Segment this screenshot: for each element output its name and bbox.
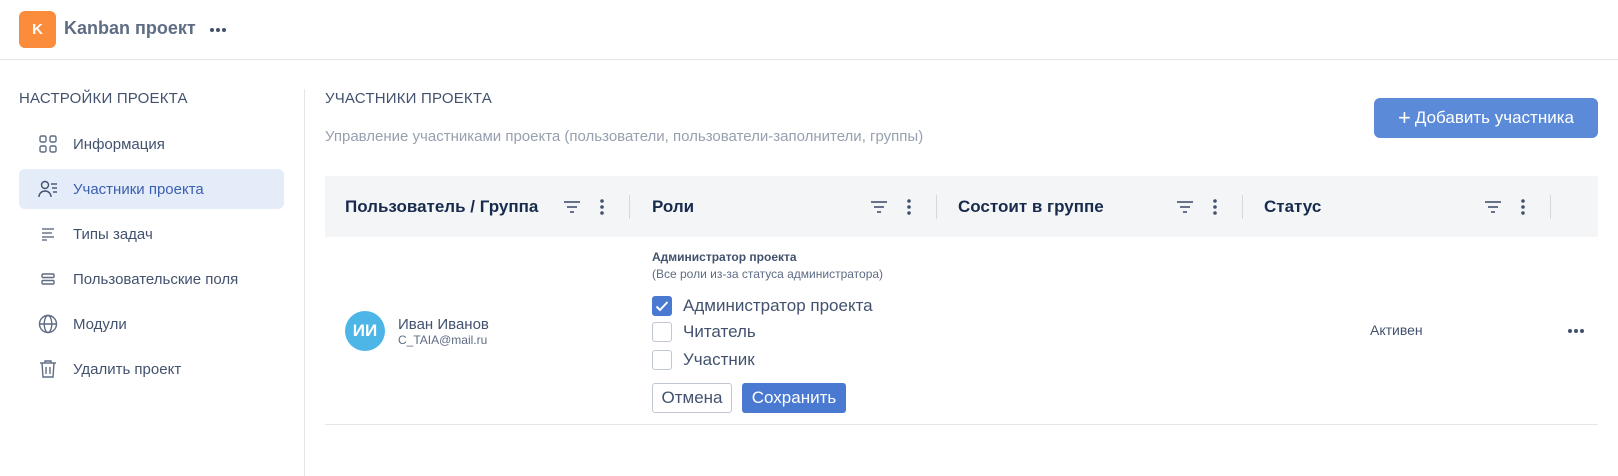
sidebar-item-label: Модули xyxy=(73,315,127,333)
role-title: Администратор проекта xyxy=(652,250,797,264)
cancel-button[interactable]: Отмена xyxy=(652,383,732,413)
text-lines-icon xyxy=(38,224,58,244)
row-divider xyxy=(325,424,1598,425)
role-option-participant[interactable]: Участник xyxy=(652,349,755,371)
role-note: (Все роли из-за статуса администратора) xyxy=(652,267,884,281)
more-horizontal-icon xyxy=(210,28,226,32)
column-header-label: Состоит в группе xyxy=(958,196,1104,216)
project-title[interactable]: Kanban проект xyxy=(64,18,196,39)
table-header: Пользователь / Группа Роли Состоит в гру… xyxy=(325,176,1598,237)
column-header-roles[interactable]: Роли xyxy=(652,176,694,237)
globe-icon xyxy=(38,314,58,334)
checkbox-checked[interactable] xyxy=(652,296,672,316)
add-member-button[interactable]: + Добавить участника xyxy=(1374,98,1598,138)
column-menu-icon[interactable] xyxy=(1513,197,1533,217)
column-resize-handle[interactable] xyxy=(1550,195,1551,219)
column-menu-icon[interactable] xyxy=(1205,197,1225,217)
top-bar: K Kanban проект xyxy=(0,0,1618,60)
column-resize-handle[interactable] xyxy=(629,195,630,219)
avatar: ИИ xyxy=(345,311,385,351)
sidebar-item-label: Удалить проект xyxy=(73,360,182,378)
user-name: Иван Иванов xyxy=(398,316,489,333)
grid-icon xyxy=(38,134,58,154)
project-avatar[interactable]: K xyxy=(19,11,56,48)
column-header-group[interactable]: Состоит в группе xyxy=(958,176,1104,237)
column-header-label: Роли xyxy=(652,196,695,216)
row-actions-button[interactable] xyxy=(1565,320,1587,342)
role-option-label: Читатель xyxy=(683,322,756,341)
column-header-label: Пользователь / Группа xyxy=(345,196,539,216)
sidebar-divider xyxy=(304,89,305,476)
column-menu-icon[interactable] xyxy=(899,197,919,217)
save-button[interactable]: Сохранить xyxy=(742,383,846,413)
sidebar-item-label: Пользовательские поля xyxy=(73,270,239,288)
sidebar-item-label: Типы задач xyxy=(73,225,153,243)
sidebar-item-label: Участники проекта xyxy=(73,180,204,198)
user-email: C_TAIA@mail.ru xyxy=(398,333,488,347)
sidebar-heading: НАСТРОЙКИ ПРОЕКТА xyxy=(19,90,188,107)
sidebar-item-members[interactable]: Участники проекта xyxy=(19,169,284,209)
role-option-admin[interactable]: Администратор проекта xyxy=(652,295,873,317)
role-option-reader[interactable]: Читатель xyxy=(652,321,756,343)
filter-icon[interactable] xyxy=(869,197,889,217)
fields-icon xyxy=(38,269,58,289)
column-menu-icon[interactable] xyxy=(592,197,612,217)
column-header-label: Статус xyxy=(1264,196,1322,216)
sidebar-item-custom-fields[interactable]: Пользовательские поля xyxy=(19,259,284,299)
column-resize-handle[interactable] xyxy=(936,195,937,219)
sidebar-item-delete-project[interactable]: Удалить проект xyxy=(19,349,284,389)
trash-icon xyxy=(38,359,58,379)
page-subtitle: Управление участниками проекта (пользова… xyxy=(325,128,924,145)
sidebar-item-label: Информация xyxy=(73,135,165,153)
filter-icon[interactable] xyxy=(1175,197,1195,217)
column-resize-handle[interactable] xyxy=(1242,195,1243,219)
check-icon xyxy=(655,301,669,312)
more-horizontal-icon xyxy=(1568,329,1584,333)
filter-icon[interactable] xyxy=(562,197,582,217)
checkbox-unchecked[interactable] xyxy=(652,322,672,342)
checkbox-unchecked[interactable] xyxy=(652,350,672,370)
sidebar-item-task-types[interactable]: Типы задач xyxy=(19,214,284,254)
plus-icon: + xyxy=(1398,105,1411,130)
sidebar-item-info[interactable]: Информация xyxy=(19,124,284,164)
users-icon xyxy=(38,179,58,199)
page-title: УЧАСТНИКИ ПРОЕКТА xyxy=(325,90,492,107)
project-menu-button[interactable] xyxy=(207,19,229,41)
status-text: Активен xyxy=(1370,322,1423,338)
role-option-label: Администратор проекта xyxy=(683,296,873,315)
column-header-status[interactable]: Статус xyxy=(1264,176,1321,237)
role-option-label: Участник xyxy=(683,350,755,369)
sidebar-item-modules[interactable]: Модули xyxy=(19,304,284,344)
column-header-user[interactable]: Пользователь / Группа xyxy=(345,176,538,237)
add-member-label: Добавить участника xyxy=(1414,108,1574,127)
filter-icon[interactable] xyxy=(1483,197,1503,217)
